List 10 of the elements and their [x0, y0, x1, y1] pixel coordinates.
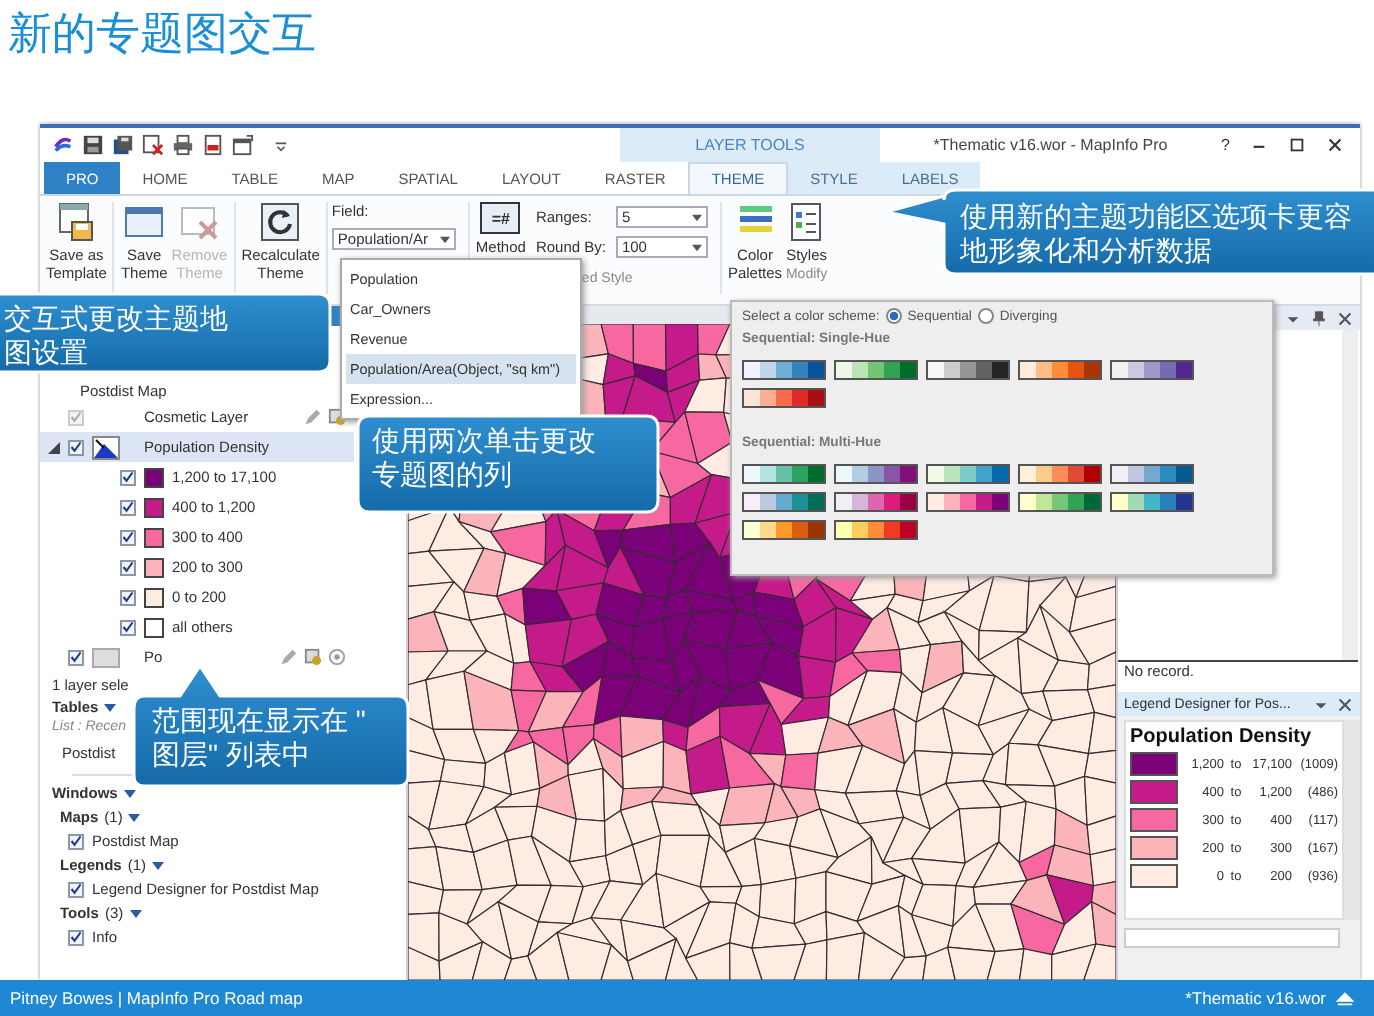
- callout-text: 范围现在显示在 " 图层" 列表中: [152, 704, 366, 772]
- callout-text: 使用两次单击更改 专题图的列: [372, 424, 596, 492]
- legend-title: Population Density: [1130, 726, 1314, 748]
- status-text: Pitney Bowes | MapInfo Pro Road map: [10, 988, 303, 1008]
- callout-text: 使用新的主题功能区选项卡更容 地形象化和分析数据: [960, 200, 1352, 268]
- context-tab-group-label: LAYER TOOLS: [695, 136, 805, 154]
- callout-text: 交互式更改主题地 图设置: [4, 302, 228, 370]
- slide-title: 新的专题图交互: [6, 6, 318, 62]
- workspace-name: *Thematic v16.wor: [1185, 988, 1326, 1008]
- window-title: *Thematic v16.wor - MapInfo Pro: [931, 136, 1170, 154]
